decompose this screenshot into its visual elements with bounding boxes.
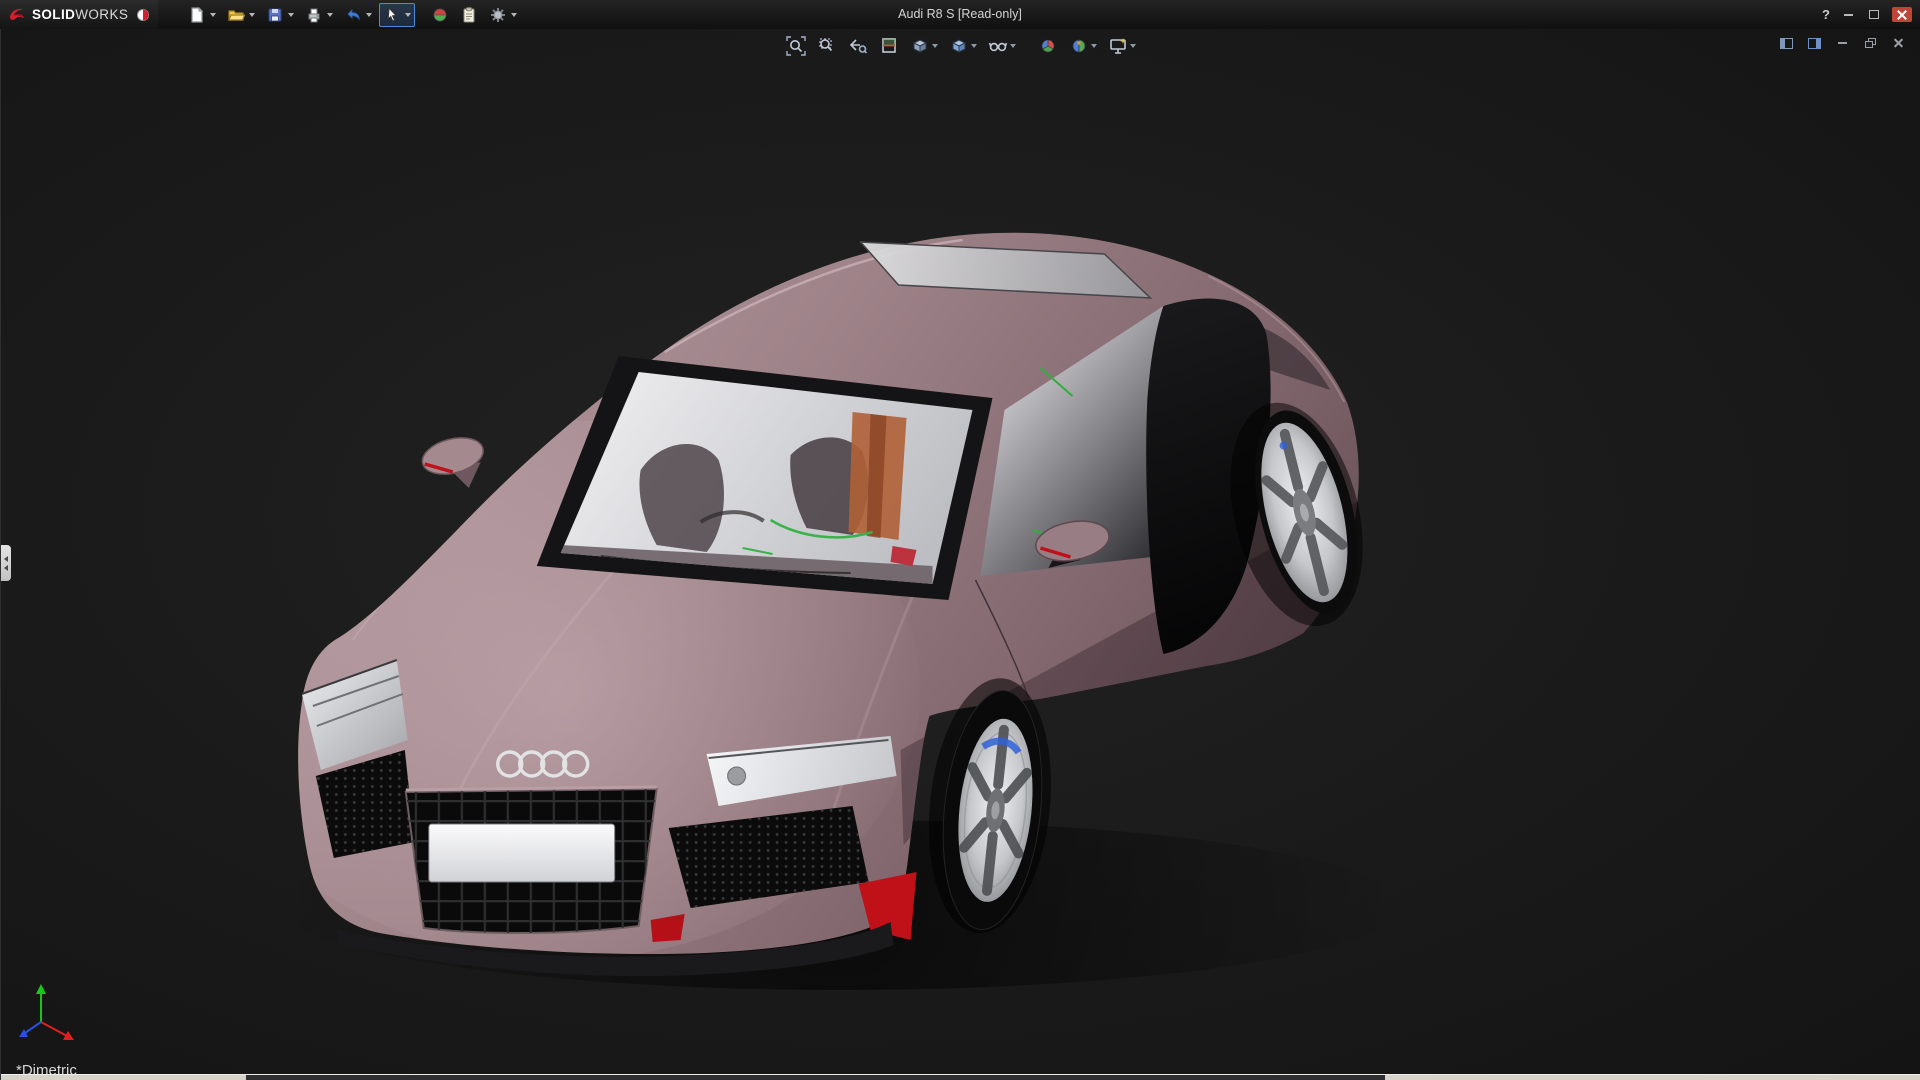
save-disk-icon bbox=[266, 6, 284, 24]
apply-scene-icon bbox=[1069, 36, 1089, 56]
save-dropdown-arrow[interactable] bbox=[288, 13, 294, 17]
previous-view-icon bbox=[848, 36, 868, 56]
close-document-button[interactable] bbox=[1890, 36, 1906, 50]
new-document-icon bbox=[188, 6, 206, 24]
view-orientation-dropdown-arrow[interactable] bbox=[932, 44, 938, 48]
previous-view-button[interactable] bbox=[846, 34, 870, 58]
minimize-document-button[interactable] bbox=[1834, 36, 1850, 50]
license-plate[interactable] bbox=[429, 824, 615, 882]
properties-clipboard-icon bbox=[460, 6, 478, 24]
headsup-view-toolbar bbox=[784, 34, 1138, 58]
zoom-to-area-icon bbox=[817, 36, 837, 56]
print-icon bbox=[305, 6, 323, 24]
window-controls: ? bbox=[1822, 7, 1920, 22]
apply-scene-dropdown-arrow[interactable] bbox=[1091, 44, 1097, 48]
edit-color-icon bbox=[431, 6, 449, 24]
windshield[interactable] bbox=[537, 356, 993, 600]
viewport-3d[interactable]: *Dimetric bbox=[0, 29, 1920, 1080]
display-style-cube-icon bbox=[949, 36, 969, 56]
help-icon[interactable]: ? bbox=[1822, 7, 1830, 22]
section-view-button[interactable] bbox=[877, 34, 901, 58]
view-orientation-cube-icon bbox=[910, 36, 930, 56]
undo-icon bbox=[344, 6, 362, 24]
close-button[interactable] bbox=[1892, 7, 1912, 22]
properties-button[interactable] bbox=[456, 3, 482, 27]
view-settings-dropdown-arrow[interactable] bbox=[1130, 44, 1136, 48]
solidworks-logo-icon bbox=[8, 6, 28, 23]
new-dropdown-arrow[interactable] bbox=[210, 13, 216, 17]
panel-splitter-handle[interactable] bbox=[1, 545, 11, 581]
undo-dropdown-arrow[interactable] bbox=[366, 13, 372, 17]
brand-text: SOLIDWORKS bbox=[32, 7, 128, 22]
edit-appearance-ball-icon bbox=[1038, 36, 1058, 56]
zoom-to-fit-icon bbox=[786, 36, 806, 56]
bottom-edge-strip bbox=[1, 1074, 1920, 1080]
new-document-button[interactable] bbox=[184, 3, 220, 27]
orientation-triad bbox=[19, 984, 74, 1040]
select-dropdown-arrow[interactable] bbox=[405, 13, 411, 17]
brand-badge-icon bbox=[136, 8, 150, 22]
view-settings-icon bbox=[1108, 36, 1128, 56]
apply-scene-button[interactable] bbox=[1067, 34, 1099, 58]
section-view-icon bbox=[879, 36, 899, 56]
select-button[interactable] bbox=[379, 3, 415, 27]
open-dropdown-arrow[interactable] bbox=[249, 13, 255, 17]
display-style-button[interactable] bbox=[947, 34, 979, 58]
front-grille[interactable] bbox=[406, 787, 657, 933]
options-button[interactable] bbox=[485, 3, 521, 27]
print-dropdown-arrow[interactable] bbox=[327, 13, 333, 17]
hide-show-glasses-icon bbox=[988, 36, 1008, 56]
restore-document-button[interactable] bbox=[1862, 36, 1878, 50]
view-orientation-button[interactable] bbox=[908, 34, 940, 58]
maximize-button[interactable] bbox=[1866, 8, 1882, 22]
main-toolbar bbox=[184, 3, 521, 27]
print-button[interactable] bbox=[301, 3, 337, 27]
collapse-arrow-icon bbox=[4, 556, 8, 562]
save-button[interactable] bbox=[262, 3, 298, 27]
options-gear-icon bbox=[489, 6, 507, 24]
left-mirror[interactable] bbox=[419, 432, 487, 488]
display-style-dropdown-arrow[interactable] bbox=[971, 44, 977, 48]
model-render-audi-r8[interactable] bbox=[1, 29, 1920, 1080]
options-dropdown-arrow[interactable] bbox=[511, 13, 517, 17]
display-pane-icon[interactable] bbox=[1806, 36, 1822, 50]
collapse-arrow-icon bbox=[4, 565, 8, 571]
minimize-button[interactable] bbox=[1840, 8, 1856, 22]
select-arrow-icon bbox=[383, 6, 401, 24]
zoom-to-fit-button[interactable] bbox=[784, 34, 808, 58]
solidworks-window: SOLIDWORKS bbox=[0, 0, 1920, 1080]
bottom-strip-dark-segment bbox=[246, 1075, 1385, 1080]
open-folder-icon bbox=[227, 6, 245, 24]
window-title: Audi R8 S [Read-only] bbox=[898, 0, 1022, 29]
featuremanager-pane-icon[interactable] bbox=[1778, 36, 1794, 50]
edit-appearance-button[interactable] bbox=[1036, 34, 1060, 58]
hide-show-dropdown-arrow[interactable] bbox=[1010, 44, 1016, 48]
undo-button[interactable] bbox=[340, 3, 376, 27]
open-button[interactable] bbox=[223, 3, 259, 27]
titlebar[interactable]: SOLIDWORKS bbox=[0, 0, 1920, 29]
view-settings-button[interactable] bbox=[1106, 34, 1138, 58]
hide-show-items-button[interactable] bbox=[986, 34, 1018, 58]
document-window-controls bbox=[1778, 36, 1906, 50]
zoom-to-area-button[interactable] bbox=[815, 34, 839, 58]
edit-color-button[interactable] bbox=[427, 3, 453, 27]
solidworks-logo: SOLIDWORKS bbox=[0, 0, 158, 29]
